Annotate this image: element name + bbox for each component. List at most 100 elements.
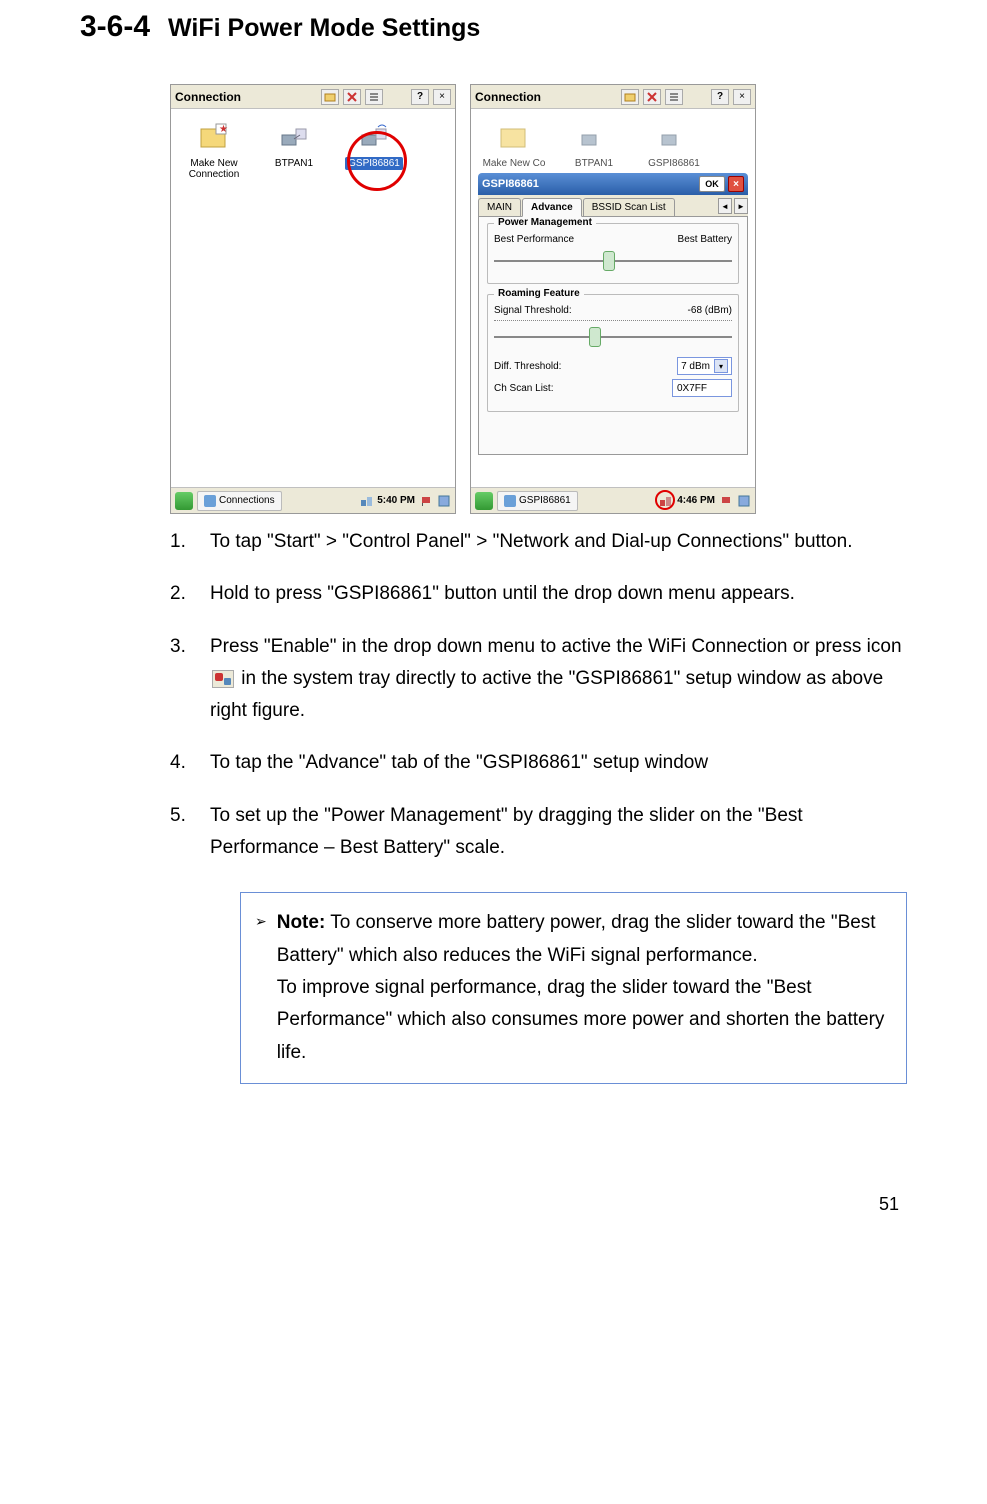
- list-icon: [368, 91, 380, 103]
- instruction-text: To set up the "Power Management" by drag…: [210, 800, 907, 865]
- dialog-titlebar: GSPI86861 OK ×: [478, 173, 748, 195]
- instruction-text: To tap "Start" > "Control Panel" > "Netw…: [210, 526, 907, 558]
- tray-network-icon[interactable]: [359, 494, 373, 508]
- ch-scan-value: 0X7FF: [677, 383, 707, 394]
- instruction-number: 5.: [170, 800, 210, 865]
- section-heading: 3-6-4 WiFi Power Mode Settings: [80, 10, 907, 44]
- conn-gspi-label: GSPI86861: [646, 157, 702, 170]
- signal-slider-thumb[interactable]: [589, 327, 601, 347]
- conn-make-new-label: Make New Connection: [179, 157, 249, 181]
- section-title: WiFi Power Mode Settings: [168, 14, 480, 43]
- instruction-2: 2. Hold to press "GSPI86861" button unti…: [170, 578, 907, 610]
- close-button[interactable]: ×: [733, 89, 751, 105]
- conn-gspi[interactable]: GSPI86861: [639, 119, 709, 170]
- tab-bssid[interactable]: BSSID Scan List: [583, 198, 675, 216]
- window-header: Connection ? ×: [171, 85, 455, 109]
- tab-scroll-left[interactable]: ◄: [718, 198, 732, 214]
- tray-flag-icon[interactable]: [419, 494, 433, 508]
- taskbar-task[interactable]: GSPI86861: [497, 491, 578, 511]
- instruction-number: 1.: [170, 526, 210, 558]
- signal-threshold-label: Signal Threshold:: [494, 305, 572, 316]
- taskbar-task-label: GSPI86861: [519, 495, 571, 506]
- header-toolbtn-3[interactable]: [665, 89, 683, 105]
- tray-show-desktop-icon[interactable]: [437, 494, 451, 508]
- taskbar-task[interactable]: Connections: [197, 491, 282, 511]
- help-button[interactable]: ?: [411, 89, 429, 105]
- note-body-2: To improve signal performance, drag the …: [277, 972, 888, 1069]
- instruction-5: 5. To set up the "Power Management" by d…: [170, 800, 907, 865]
- conn-btpan-label: BTPAN1: [573, 157, 615, 170]
- header-toolbtn-1[interactable]: [321, 89, 339, 105]
- tab-advance[interactable]: Advance: [522, 198, 582, 217]
- figure-right: Connection ? × Make New Co BTPAN1 G: [470, 84, 756, 514]
- diff-threshold-select[interactable]: 7 dBm ▾: [677, 357, 732, 375]
- globe-icon: [204, 495, 216, 507]
- folder-icon: [324, 91, 336, 103]
- page-number: 51: [80, 1194, 907, 1215]
- taskbar-time: 4:46 PM: [677, 495, 715, 506]
- chevron-down-icon: ▾: [714, 359, 728, 373]
- tab-scroll-right[interactable]: ►: [734, 198, 748, 214]
- taskbar-time: 5:40 PM: [377, 495, 415, 506]
- instruction-number: 4.: [170, 747, 210, 779]
- tray-show-desktop-icon[interactable]: [737, 494, 751, 508]
- conn-make-new[interactable]: ★ Make New Connection: [179, 119, 249, 181]
- dialog-title: GSPI86861: [482, 178, 539, 190]
- dialog-ok-button[interactable]: OK: [699, 176, 725, 192]
- signal-slider[interactable]: [494, 327, 732, 347]
- conn-btpan[interactable]: BTPAN1: [259, 119, 329, 181]
- pm-slider-thumb[interactable]: [603, 251, 615, 271]
- window-title: Connection: [175, 90, 317, 104]
- header-toolbtn-3[interactable]: [365, 89, 383, 105]
- system-tray: 5:40 PM: [359, 494, 451, 508]
- header-toolbtn-1[interactable]: [621, 89, 639, 105]
- window-header: Connection ? ×: [471, 85, 755, 109]
- conn-btpan[interactable]: BTPAN1: [559, 119, 629, 170]
- conn-make-new[interactable]: Make New Co: [479, 119, 549, 170]
- figure-left: Connection ? × ★ Make New Connection: [170, 84, 456, 514]
- taskbar: Connections 5:40 PM: [171, 487, 455, 513]
- connection-icons: ★ Make New Connection BTPAN1 GSPI86861: [177, 115, 449, 193]
- header-toolbtn-2[interactable]: [343, 89, 361, 105]
- instruction-text-part2: in the system tray directly to active th…: [210, 668, 883, 721]
- dialog-close-button[interactable]: ×: [728, 176, 744, 192]
- ch-scan-label: Ch Scan List:: [494, 383, 553, 394]
- instruction-4: 4. To tap the "Advance" tab of the "GSPI…: [170, 747, 907, 779]
- help-button[interactable]: ?: [711, 89, 729, 105]
- close-button[interactable]: ×: [433, 89, 451, 105]
- tab-bar: MAIN Advance BSSID Scan List ◄ ►: [478, 195, 748, 217]
- pm-slider[interactable]: [494, 251, 732, 271]
- system-tray: 4:46 PM: [659, 494, 751, 508]
- tab-main[interactable]: MAIN: [478, 198, 521, 216]
- ch-scan-input[interactable]: 0X7FF: [672, 379, 732, 397]
- diff-threshold-value: 7 dBm: [681, 361, 710, 372]
- header-toolbtn-2[interactable]: [643, 89, 661, 105]
- instruction-text: Press "Enable" in the drop down menu to …: [210, 631, 907, 728]
- conn-btpan-label: BTPAN1: [273, 157, 315, 170]
- pm-right-label: Best Battery: [678, 234, 732, 245]
- note-bullet-icon: ➢: [255, 907, 267, 1068]
- taskbar: GSPI86861 4:46 PM: [471, 487, 755, 513]
- tray-wifi-icon[interactable]: [659, 494, 673, 508]
- conn-make-new-label: Make New Co: [481, 157, 548, 170]
- instruction-text-part1: Press "Enable" in the drop down menu to …: [210, 636, 902, 657]
- delete-icon: [646, 91, 658, 103]
- power-management-group: Power Management Best Performance Best B…: [487, 223, 739, 284]
- instruction-text: Hold to press "GSPI86861" button until t…: [210, 578, 907, 610]
- start-button[interactable]: [175, 492, 193, 510]
- instruction-number: 3.: [170, 631, 210, 728]
- app-icon: [504, 495, 516, 507]
- conn-gspi[interactable]: GSPI86861: [339, 119, 409, 181]
- diff-threshold-label: Diff. Threshold:: [494, 361, 561, 372]
- start-button[interactable]: [475, 492, 493, 510]
- window-body: Make New Co BTPAN1 GSPI86861 GSPI86861 O…: [471, 109, 755, 489]
- signal-threshold-value: -68 (dBm): [688, 305, 732, 316]
- note-box: ➢ Note: To conserve more battery power, …: [240, 892, 907, 1083]
- folder-new-icon: ★: [198, 121, 230, 153]
- tray-flag-icon[interactable]: [719, 494, 733, 508]
- instruction-1: 1. To tap "Start" > "Control Panel" > "N…: [170, 526, 907, 558]
- figures-row: Connection ? × ★ Make New Connection: [170, 84, 907, 514]
- instructions-list: 1. To tap "Start" > "Control Panel" > "N…: [170, 526, 907, 864]
- note-content: Note: To conserve more battery power, dr…: [277, 907, 888, 1068]
- roaming-title: Roaming Feature: [494, 288, 584, 299]
